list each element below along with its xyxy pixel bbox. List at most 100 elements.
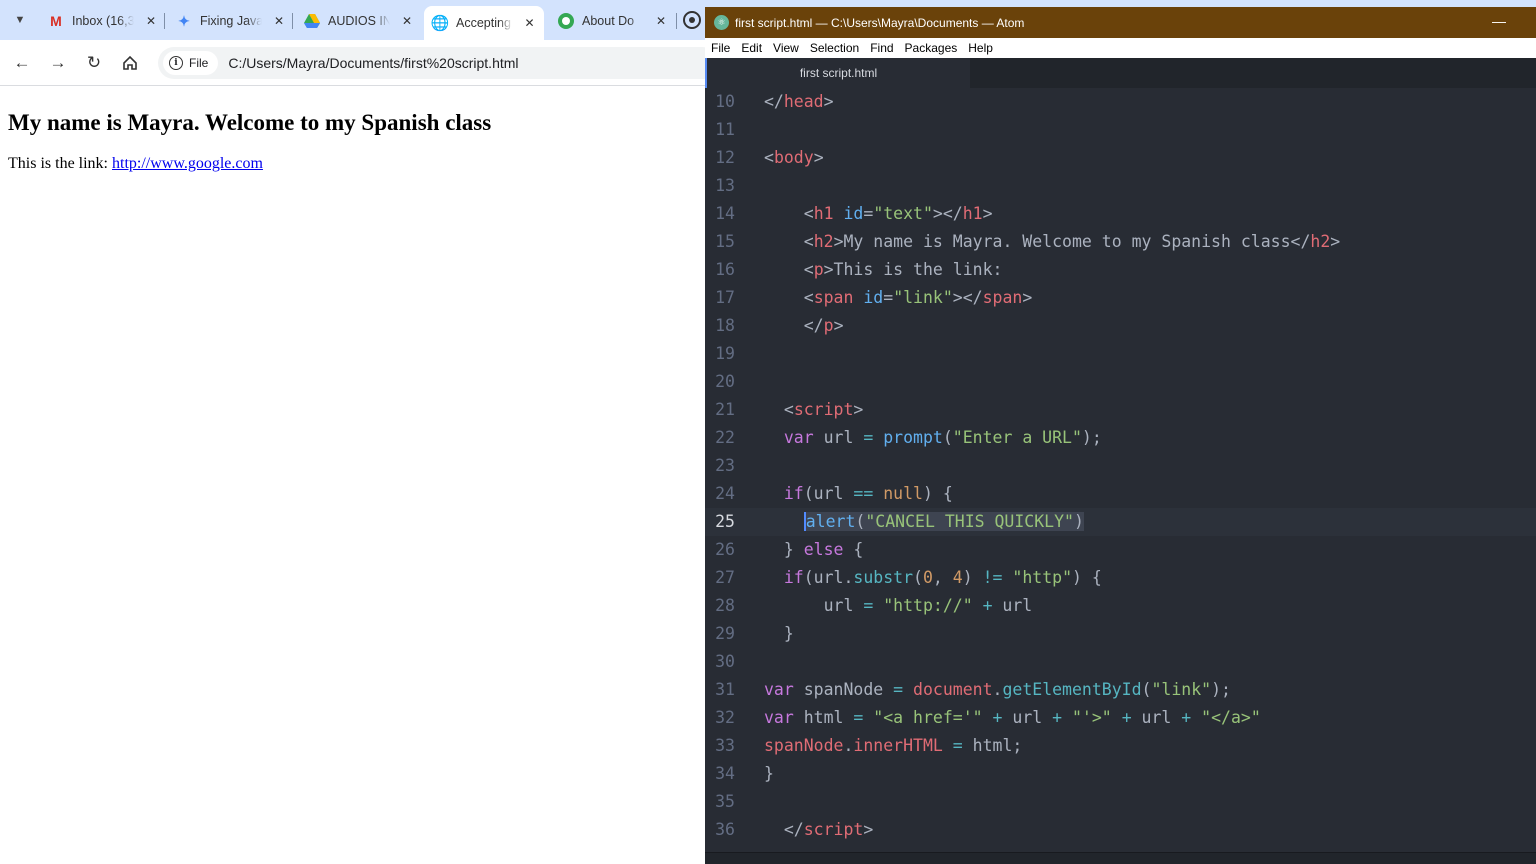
- line-number: 18: [715, 316, 735, 335]
- code-line: 32 var html = "<a href='" + url + "'>" + …: [705, 704, 1536, 732]
- tab-separator: [676, 13, 677, 29]
- code-line: 29 }: [705, 620, 1536, 648]
- menu-packages[interactable]: Packages: [905, 41, 958, 55]
- line-number: 10: [715, 92, 735, 111]
- code-line: 12 <body>: [705, 144, 1536, 172]
- tab-fixing-java[interactable]: ✦ Fixing Java ✕: [168, 6, 294, 36]
- line-number: 27: [715, 568, 735, 587]
- code-text: <h1 id="text"></h1>: [803, 204, 993, 223]
- code-text: alert("CANCEL THIS QUICKLY"): [803, 512, 1084, 531]
- browser-toolbar: ← → ↻ i File C:/Users/Mayra/Documents/fi…: [0, 40, 705, 86]
- line-number: 35: [715, 792, 735, 811]
- code-line: 18 </p>: [705, 312, 1536, 340]
- atom-window: ⚛ first script.html — C:\Users\Mayra\Doc…: [705, 0, 1536, 864]
- code-text: <body>: [764, 148, 824, 167]
- address-bar[interactable]: i File C:/Users/Mayra/Documents/first%20…: [158, 47, 705, 79]
- line-number: 16: [715, 260, 735, 279]
- site-info-chip[interactable]: i File: [163, 51, 219, 75]
- atom-logo-icon: ⚛: [714, 15, 729, 30]
- minimize-button[interactable]: —: [1492, 13, 1506, 29]
- line-number: 24: [715, 484, 735, 503]
- code-text: }: [783, 624, 794, 643]
- close-icon[interactable]: ✕: [400, 14, 414, 28]
- tab-title: Accepting: [456, 16, 511, 30]
- code-text: </p>: [803, 316, 844, 335]
- editor-tab-bar: first script.html: [705, 58, 1536, 88]
- line-number: 32: [715, 708, 735, 727]
- line-number: 25: [705, 508, 763, 536]
- code-line: 30: [705, 648, 1536, 676]
- window-top-strip: [705, 0, 1536, 7]
- menu-selection[interactable]: Selection: [810, 41, 859, 55]
- code-line: 23: [705, 452, 1536, 480]
- code-text: <h2>My name is Mayra. Welcome to my Span…: [803, 232, 1341, 251]
- code-text: } else {: [783, 540, 864, 559]
- code-line: 17 <span id="link"></span>: [705, 284, 1536, 312]
- home-button[interactable]: [118, 51, 142, 75]
- arrow-left-icon: ←: [13, 53, 31, 72]
- close-icon[interactable]: ✕: [272, 14, 286, 28]
- tab-search-button[interactable]: ▼: [8, 8, 32, 32]
- line-number: 23: [715, 456, 735, 475]
- line-number: 33: [715, 736, 735, 755]
- line-number: 29: [715, 624, 735, 643]
- close-icon[interactable]: ✕: [654, 14, 668, 28]
- code-line: 21 <script>: [705, 396, 1536, 424]
- tab-inbox[interactable]: M Inbox (16,3 ✕: [40, 6, 166, 36]
- code-text: </head>: [764, 92, 834, 111]
- editor-tab-label: first script.html: [799, 66, 878, 80]
- editor-tab-first-script[interactable]: first script.html: [705, 58, 970, 88]
- close-icon[interactable]: ✕: [144, 14, 158, 28]
- menu-view[interactable]: View: [773, 41, 799, 55]
- line-number: 14: [715, 204, 735, 223]
- code-editor[interactable]: 10 </head> 11 12 <body> 13 14 <h1 id="text…: [705, 88, 1536, 852]
- window-title: first script.html — C:\Users\Mayra\Docum…: [735, 15, 1025, 30]
- code-text: <p>This is the link:: [803, 260, 1003, 279]
- line-number: 12: [715, 148, 735, 167]
- tab-accepting[interactable]: 🌐 Accepting ✕: [424, 6, 544, 40]
- url-text[interactable]: C:/Users/Mayra/Documents/first%20script.…: [228, 55, 518, 71]
- line-number: 15: [715, 232, 735, 251]
- gmail-icon: M: [50, 13, 62, 29]
- tab-audios[interactable]: AUDIOS IN ✕: [296, 6, 422, 36]
- globe-icon: 🌐: [430, 15, 450, 32]
- tab-title: Fixing Java: [200, 14, 262, 28]
- tab-about[interactable]: About Do ✕: [550, 6, 676, 36]
- link-paragraph: This is the link: http://www.google.com: [8, 155, 697, 173]
- arrow-right-icon: →: [49, 53, 67, 72]
- line-number: 19: [715, 344, 735, 363]
- back-button[interactable]: ←: [10, 51, 34, 75]
- code-text: if(url.substr(0, 4) != "http") {: [783, 568, 1102, 587]
- code-text: if(url == null) {: [783, 484, 953, 503]
- google-link[interactable]: http://www.google.com: [112, 155, 263, 172]
- menu-help[interactable]: Help: [968, 41, 993, 55]
- chrome-icon[interactable]: [683, 11, 701, 34]
- menu-bar: File Edit View Selection Find Packages H…: [705, 38, 1536, 58]
- tab-title: Inbox (16,3: [72, 14, 134, 28]
- forward-button[interactable]: →: [46, 51, 70, 75]
- code-line: 19: [705, 340, 1536, 368]
- page-heading: My name is Mayra. Welcome to my Spanish …: [8, 110, 492, 135]
- reload-button[interactable]: ↻: [82, 51, 106, 75]
- code-text: url = "http://" + url: [764, 596, 1033, 615]
- line-number: 22: [715, 428, 735, 447]
- chevron-down-icon: ▼: [14, 14, 26, 26]
- menu-find[interactable]: Find: [870, 41, 893, 55]
- code-line: 31 var spanNode = document.getElementById…: [705, 676, 1536, 704]
- tab-strip: ▼ M Inbox (16,3 ✕ ✦ Fixing Java ✕ AUDIOS…: [0, 0, 705, 40]
- code-line: 10 </head>: [705, 88, 1536, 116]
- line-number: 31: [715, 680, 735, 699]
- tab-title: About Do: [582, 14, 635, 28]
- code-text: </script>: [783, 820, 874, 839]
- code-line: 35: [705, 788, 1536, 816]
- line-number: 36: [715, 820, 735, 839]
- code-text: <span id="link"></span>: [803, 288, 1033, 307]
- close-icon[interactable]: ✕: [523, 16, 536, 30]
- menu-edit[interactable]: Edit: [741, 41, 762, 55]
- info-icon: i: [169, 56, 183, 70]
- code-line: 36 </script>: [705, 816, 1536, 844]
- menu-file[interactable]: File: [711, 41, 730, 55]
- code-line: 16 <p>This is the link:: [705, 256, 1536, 284]
- tab-title: AUDIOS IN: [328, 14, 390, 28]
- line-number: 21: [715, 400, 735, 419]
